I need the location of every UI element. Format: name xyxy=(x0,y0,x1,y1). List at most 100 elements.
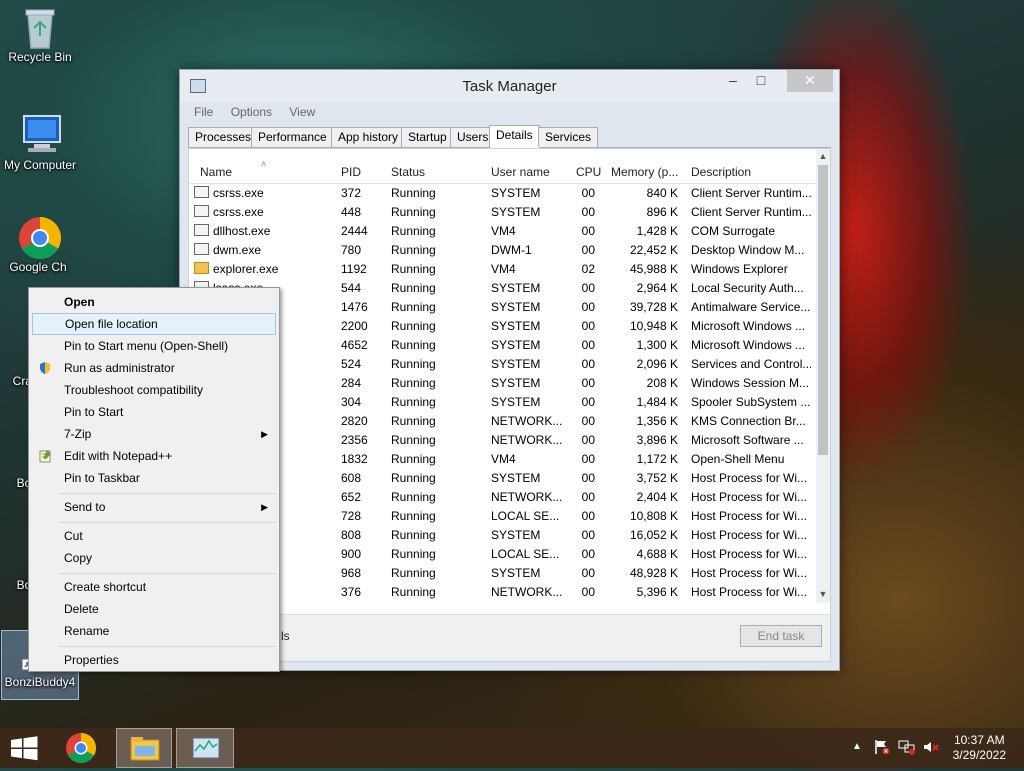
cell-description: Desktop Window M... xyxy=(691,243,805,257)
table-row[interactable]: r.exe2200RunningSYSTEM0010,948 KMicrosof… xyxy=(189,317,816,336)
table-row[interactable]: dllhost.exe 2444 Running VM4 00 1,428 K COM Su… xyxy=(189,222,816,241)
cell-cpu: 00 xyxy=(581,471,595,485)
menu-item-pin-to-start-menu-open-shell[interactable]: Pin to Start menu (Open-Shell) xyxy=(32,336,276,356)
desktop-icon-google-chrome[interactable]: Google Ch xyxy=(0,216,78,274)
table-row[interactable]: csrss.exe 448 Running SYSTEM 00 896 K Client S… xyxy=(189,203,816,222)
menu-item-delete[interactable]: Delete xyxy=(32,599,276,619)
cell-cpu: 02 xyxy=(581,262,595,276)
menu-item-create-shortcut[interactable]: Create shortcut xyxy=(32,577,276,597)
table-row[interactable]: 608 Running SYSTEM 00 3,752 K Host Process fo… xyxy=(189,469,816,488)
cell-name: explorer.exe xyxy=(194,260,334,279)
cell-memory: 896 K xyxy=(646,205,678,219)
end-task-button[interactable]: End task xyxy=(740,625,822,647)
tab-app-history[interactable]: App history xyxy=(331,127,406,147)
cell-cpu: 00 xyxy=(581,186,595,200)
cell-name: dllhost.exe xyxy=(194,222,334,241)
tab-services[interactable]: Services xyxy=(538,127,599,147)
process-table[interactable]: Name ˄ PID Status User name CPU Memory (… xyxy=(189,161,816,603)
menu-item-edit-with-notepad[interactable]: Edit with Notepad++ xyxy=(32,446,276,466)
cell-pid: 780 xyxy=(341,243,362,257)
col-header-memory[interactable]: Memory (p... xyxy=(611,161,686,183)
menu-options[interactable]: Options xyxy=(231,102,272,122)
menu-item-copy[interactable]: Copy xyxy=(32,548,276,568)
cell-description: Windows Session M... xyxy=(691,376,810,390)
desktop-icon-recycle-bin[interactable]: Recycle Bin xyxy=(0,6,80,64)
table-row[interactable]: 2356 Running NETWORK... 00 3,896 K Microsoft … xyxy=(189,431,816,450)
cell-memory: 48,928 K xyxy=(629,566,678,580)
scroll-up-icon[interactable]: ▲ xyxy=(816,151,830,161)
menu-item-pin-to-start[interactable]: Pin to Start xyxy=(32,402,276,422)
menu-item-rename[interactable]: Rename xyxy=(32,621,276,641)
scroll-thumb[interactable] xyxy=(818,165,828,455)
maximize-button[interactable]: □ xyxy=(747,70,775,92)
table-row[interactable]: lsass.exe544RunningSYSTEM002,964 KLocal … xyxy=(189,279,816,298)
table-row[interactable]: e1832RunningVM4001,172 KOpen-Shell Menu xyxy=(189,450,816,469)
taskbar-file-explorer-button[interactable] xyxy=(116,728,172,768)
table-row[interactable]: 284 Running SYSTEM 00 208 K Windows Session M… xyxy=(189,374,816,393)
col-header-status[interactable]: Status xyxy=(391,161,486,183)
table-row[interactable]: 524 Running SYSTEM 00 2,096 K Services and Co… xyxy=(189,355,816,374)
table-row[interactable]: e1476RunningSYSTEM0039,728 KAntimalware … xyxy=(189,298,816,317)
table-row[interactable]: 652 Running NETWORK... 00 2,404 K Host Proces… xyxy=(189,488,816,507)
menu-item-properties[interactable]: Properties xyxy=(32,650,276,670)
cell-memory: 6,944 K xyxy=(601,602,678,603)
col-header-pid[interactable]: PID xyxy=(341,161,386,183)
menu-item-run-as-administrator[interactable]: Run as administrator xyxy=(32,358,276,378)
title-bar[interactable]: Task Manager – □ ✕ xyxy=(180,70,839,102)
tab-details[interactable]: Details xyxy=(489,125,540,148)
scroll-down-icon[interactable]: ▼ xyxy=(816,589,830,599)
table-row[interactable]: 304 Running SYSTEM 00 1,484 K Spooler SubSyst… xyxy=(189,393,816,412)
table-row[interactable]: dwm.exe 780 Running DWM-1 00 22,452 K Desktop … xyxy=(189,241,816,260)
table-row[interactable]: csrss.exe 372 Running SYSTEM 00 840 K Client S… xyxy=(189,184,816,203)
cell-name: csrss.exe xyxy=(194,203,334,222)
clock-time: 10:37 AM xyxy=(953,733,1005,747)
col-header-user-name[interactable]: User name xyxy=(491,161,566,183)
table-row[interactable]: 1044 Running LOCAL SE...00 6,944 K Host Proc… xyxy=(189,602,816,603)
table-row[interactable]: 376 Running NETWORK... 00 5,396 K Host Proces… xyxy=(189,583,816,602)
action-center-flag-icon[interactable] xyxy=(874,739,890,758)
cell-memory: 5,396 K xyxy=(636,585,678,599)
col-header-description[interactable]: Description xyxy=(691,161,816,183)
menu-item-cut[interactable]: Cut xyxy=(32,526,276,546)
taskbar-task-manager-button[interactable] xyxy=(176,728,234,768)
table-row[interactable]: 968 Running SYSTEM 00 48,928 K Host Process f… xyxy=(189,564,816,583)
desktop-icon-my-computer[interactable]: My Computer xyxy=(0,114,80,172)
table-row[interactable]: olHost...4652RunningSYSTEM001,300 KMicro… xyxy=(189,336,816,355)
menu-item-troubleshoot-compatibility[interactable]: Troubleshoot compatibility xyxy=(32,380,276,400)
col-header-cpu[interactable]: CPU xyxy=(576,161,606,183)
cell-memory: 10,948 K xyxy=(629,319,678,333)
cell-pid: 1192 xyxy=(341,262,367,276)
menu-item-label: Pin to Start menu (Open-Shell) xyxy=(64,339,229,353)
table-row[interactable]: 900 Running LOCAL SE... 00 4,688 K Host Proce… xyxy=(189,545,816,564)
fewer-details-link[interactable]: ls xyxy=(281,629,290,643)
system-clock[interactable]: 10:37 AM 3/29/2022 xyxy=(953,733,1006,763)
submenu-arrow-icon: ▶ xyxy=(261,502,268,512)
menu-item-send-to[interactable]: Send to ▶ xyxy=(32,497,276,517)
tab-processes[interactable]: Processes xyxy=(188,127,259,147)
tab-performance[interactable]: Performance xyxy=(251,127,334,147)
cell-name: csrss.exe xyxy=(194,184,334,203)
start-button[interactable] xyxy=(0,728,48,768)
menu-item-open-file-location[interactable]: Open file location xyxy=(32,313,276,335)
table-row[interactable]: explorer.exe 1192 Running VM4 02 45,988 K Wind… xyxy=(189,260,816,279)
cell-user: VM4 xyxy=(491,452,516,466)
menu-item-open[interactable]: Open xyxy=(32,292,276,312)
table-row[interactable]: 808 Running SYSTEM 00 16,052 K Host Process f… xyxy=(189,526,816,545)
cell-status: Running xyxy=(391,357,436,371)
menu-view[interactable]: View xyxy=(289,102,315,122)
table-row[interactable]: bj.Exe2820RunningNETWORK...001,356 KKMS … xyxy=(189,412,816,431)
menu-item-pin-to-taskbar[interactable]: Pin to Taskbar xyxy=(32,468,276,488)
tab-startup[interactable]: Startup xyxy=(401,127,454,147)
cell-memory: 22,452 K xyxy=(629,243,678,257)
menu-file[interactable]: File xyxy=(194,102,213,122)
taskbar-chrome-button[interactable] xyxy=(58,728,104,768)
cell-pid: 728 xyxy=(341,509,362,523)
vertical-scrollbar[interactable]: ▲ ▼ xyxy=(816,149,830,603)
show-hidden-icons[interactable]: ▲ xyxy=(852,741,862,752)
table-row[interactable]: 728 Running LOCAL SE... 00 10,808 K Host Proc… xyxy=(189,507,816,526)
volume-muted-icon[interactable] xyxy=(922,739,940,758)
network-icon[interactable] xyxy=(898,739,916,758)
menu-item-7-zip[interactable]: 7-Zip ▶ xyxy=(32,424,276,444)
minimize-button[interactable]: – xyxy=(719,70,747,92)
close-button[interactable]: ✕ xyxy=(787,70,833,92)
